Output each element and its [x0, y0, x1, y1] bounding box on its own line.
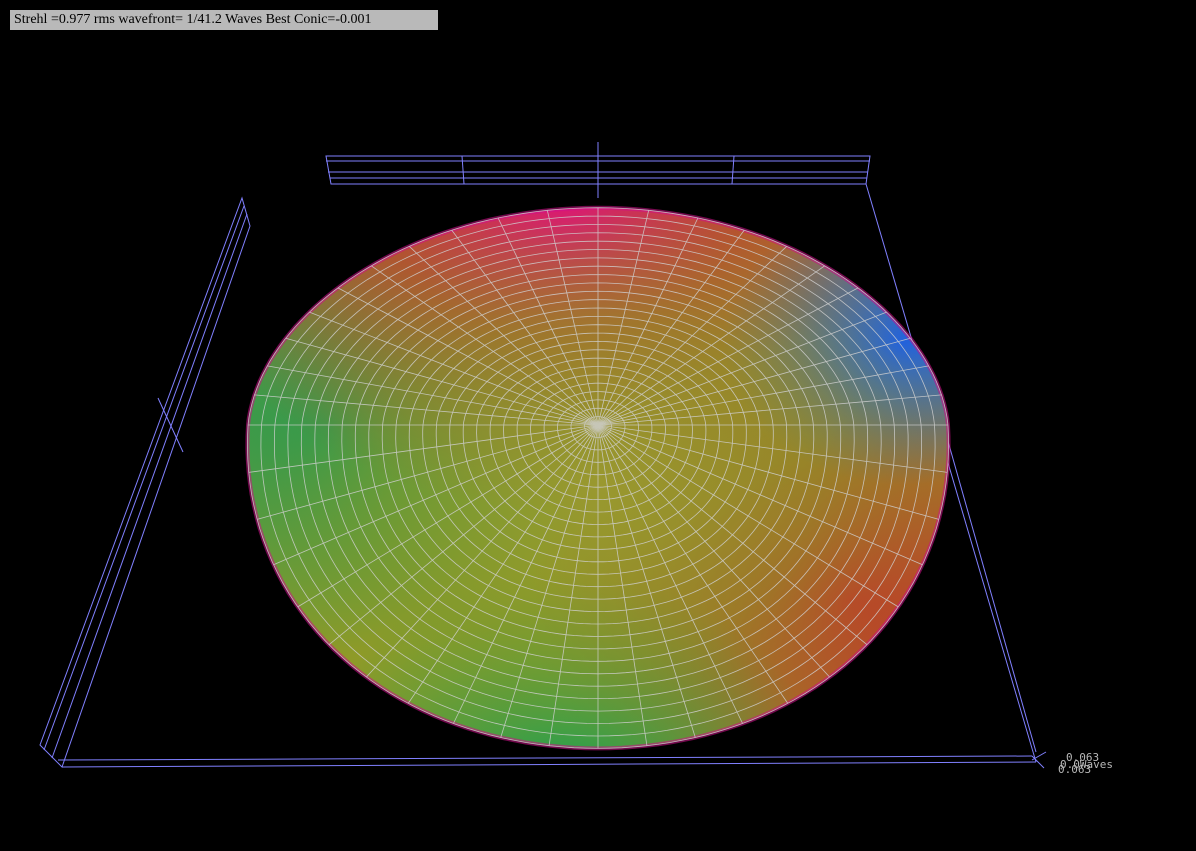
- scale-labels: 0.063 0.0Waves 0.063: [1058, 751, 1113, 776]
- wavefront-3d-view[interactable]: 0.063 0.0Waves 0.063: [0, 0, 1196, 851]
- wavefront-surface: [245, 205, 951, 751]
- scale-min-label: 0.063: [1058, 763, 1091, 776]
